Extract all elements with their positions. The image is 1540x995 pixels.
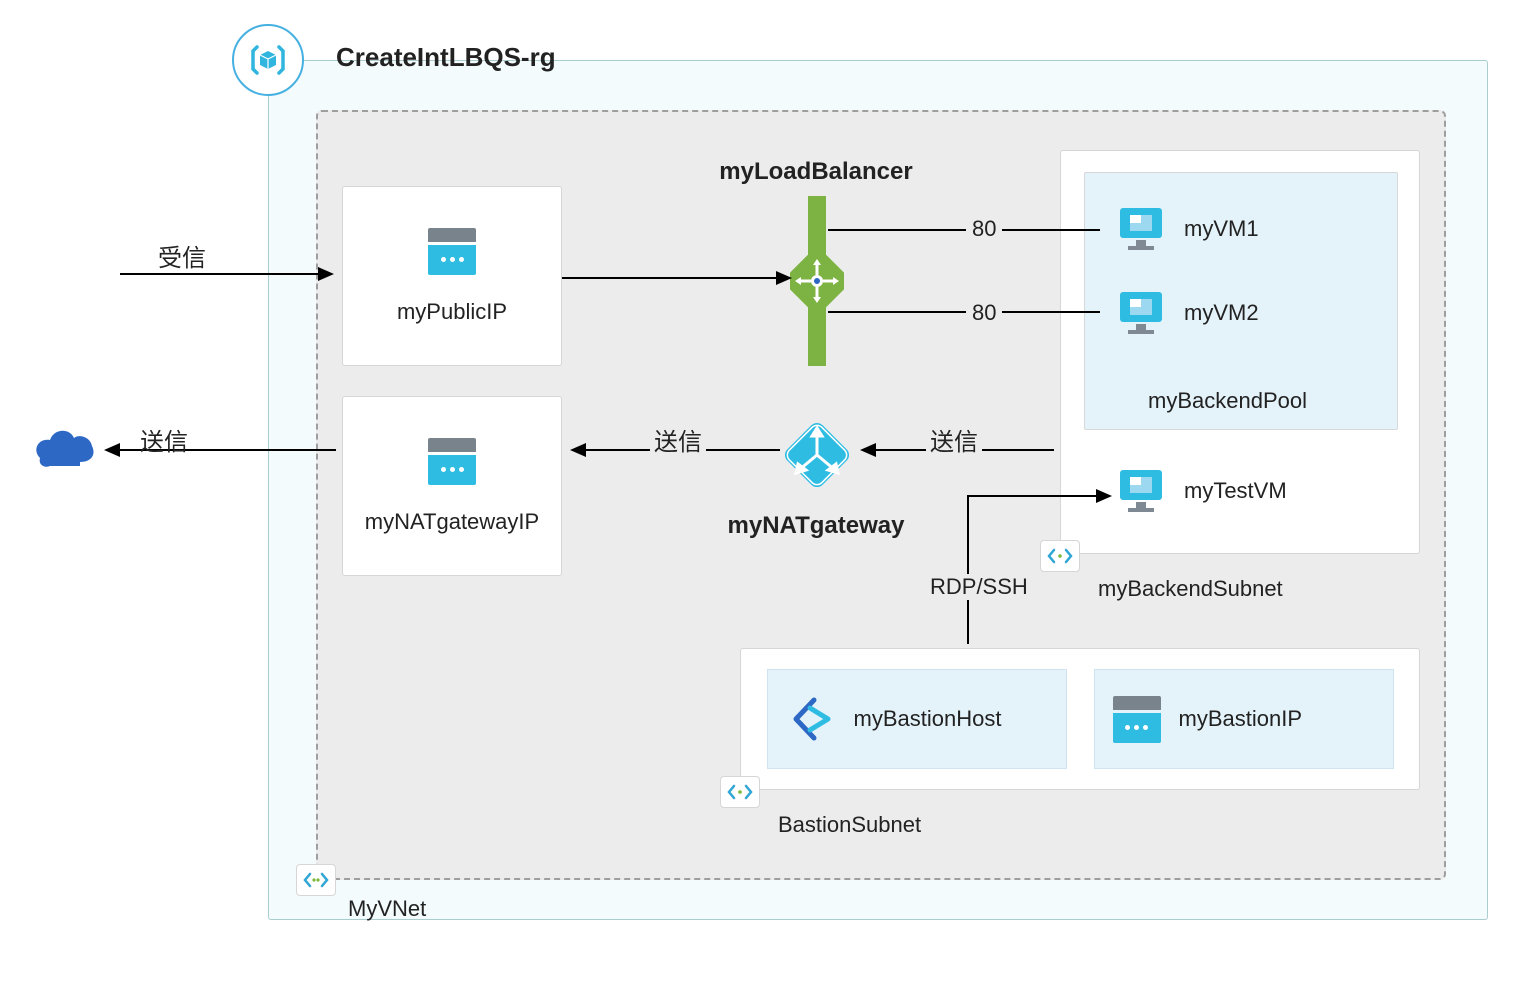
vm1-row: myVM1 [1116, 206, 1259, 252]
load-balancer-title: myLoadBalancer [716, 158, 916, 186]
public-ip-icon [428, 228, 476, 275]
bastion-icon [786, 694, 836, 744]
arrow-publicip-lb [562, 268, 798, 288]
vm-icon [1116, 290, 1166, 336]
resource-group-title: CreateIntLBQS-rg [336, 42, 556, 73]
vm-icon [1116, 468, 1166, 514]
bastion-ip-card: myBastionIP [1094, 669, 1394, 769]
nat-gateway-title: myNATgateway [706, 512, 926, 540]
cloud-icon [30, 426, 98, 477]
vm-icon [1116, 206, 1166, 252]
bastion-subnet-icon [720, 776, 760, 808]
testvm-row: myTestVM [1116, 468, 1287, 514]
bastion-subnet-box: myBastionHost myBastionIP [740, 648, 1420, 790]
port-vm1: 80 [966, 216, 1002, 242]
arrow-natip-cloud [100, 440, 342, 460]
bastion-ip-icon [1113, 696, 1161, 743]
bastion-subnet-label: BastionSubnet [778, 812, 921, 838]
public-ip-label: myPublicIP [397, 299, 507, 325]
bastion-host-card: myBastionHost [767, 669, 1067, 769]
vm2-row: myVM2 [1116, 290, 1259, 336]
nat-gateway-ip-box: myNATgatewayIP [342, 396, 562, 576]
outbound-label-2: 送信 [650, 422, 706, 457]
rdpssh-label: RDP/SSH [924, 574, 1034, 600]
port-vm2: 80 [966, 300, 1002, 326]
nat-gateway-ip-label: myNATgatewayIP [365, 509, 539, 535]
inbound-label: 受信 [158, 238, 206, 273]
bastion-ip-label: myBastionIP [1179, 706, 1303, 732]
vm2-label: myVM2 [1184, 300, 1259, 326]
backend-pool-label: myBackendPool [1148, 388, 1307, 414]
vnet-label: MyVNet [348, 896, 426, 922]
outbound-label-3: 送信 [140, 422, 188, 457]
outbound-label-1: 送信 [926, 422, 982, 457]
bastion-host-label: myBastionHost [854, 706, 1002, 732]
backend-subnet-label: myBackendSubnet [1098, 576, 1283, 602]
nat-gateway-icon [782, 420, 852, 495]
nat-gateway-ip-icon [428, 438, 476, 485]
vm1-label: myVM1 [1184, 216, 1259, 242]
arrow-inbound [120, 264, 340, 284]
arrow-bastion-testvm [958, 486, 1118, 650]
testvm-label: myTestVM [1184, 478, 1287, 504]
resource-group-icon [232, 24, 304, 96]
public-ip-box: myPublicIP [342, 186, 562, 366]
vnet-icon [296, 864, 336, 896]
